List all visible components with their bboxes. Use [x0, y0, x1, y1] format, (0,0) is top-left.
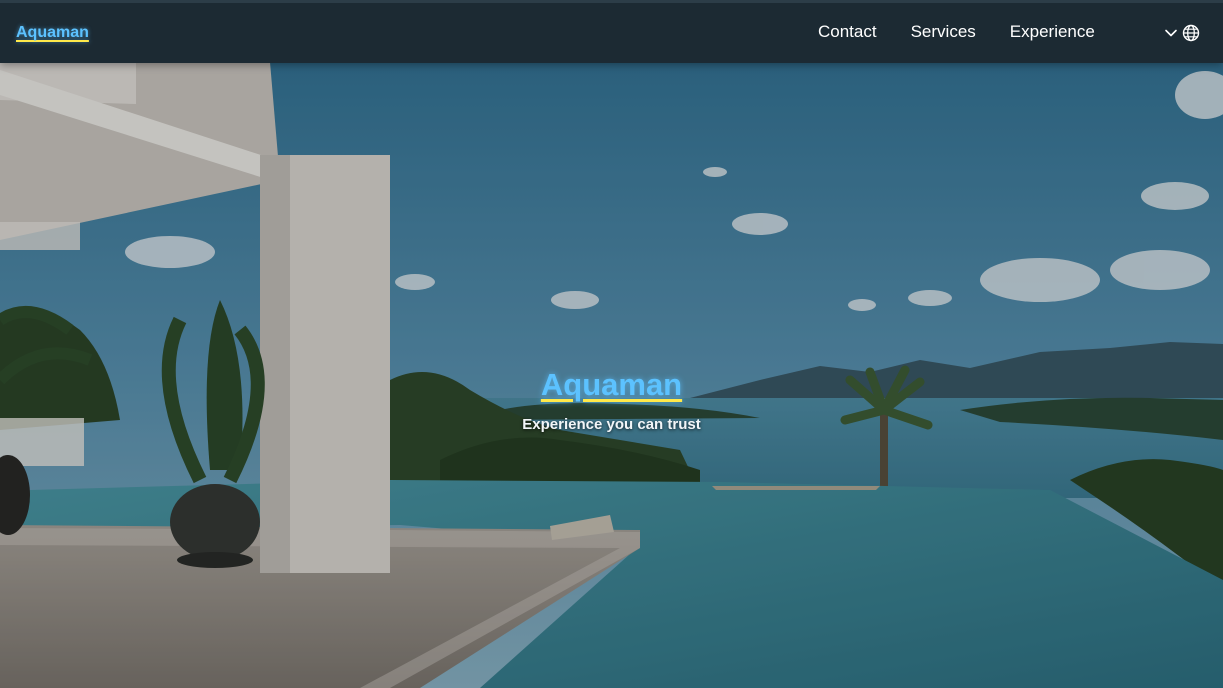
hero-section: Aquaman Experience you can trust: [0, 0, 1223, 688]
nav-link-services[interactable]: Services: [911, 22, 976, 42]
hero-subtitle: Experience you can trust: [522, 416, 701, 433]
globe-icon: [1182, 24, 1200, 42]
brand-logo-link[interactable]: Aquaman: [16, 24, 89, 42]
hero-title: Aquaman: [0, 367, 1223, 403]
nav-links: Contact Services Experience: [818, 22, 1129, 42]
hero-title-text[interactable]: Aquaman: [541, 367, 682, 402]
nav-link-contact[interactable]: Contact: [818, 22, 877, 42]
chevron-down-icon: [1164, 26, 1178, 40]
nav-link-experience[interactable]: Experience: [1010, 22, 1095, 42]
hero-background-image: [0, 0, 1223, 688]
top-navbar: Aquaman Contact Services Experience: [0, 0, 1223, 63]
language-selector[interactable]: [1164, 24, 1200, 42]
